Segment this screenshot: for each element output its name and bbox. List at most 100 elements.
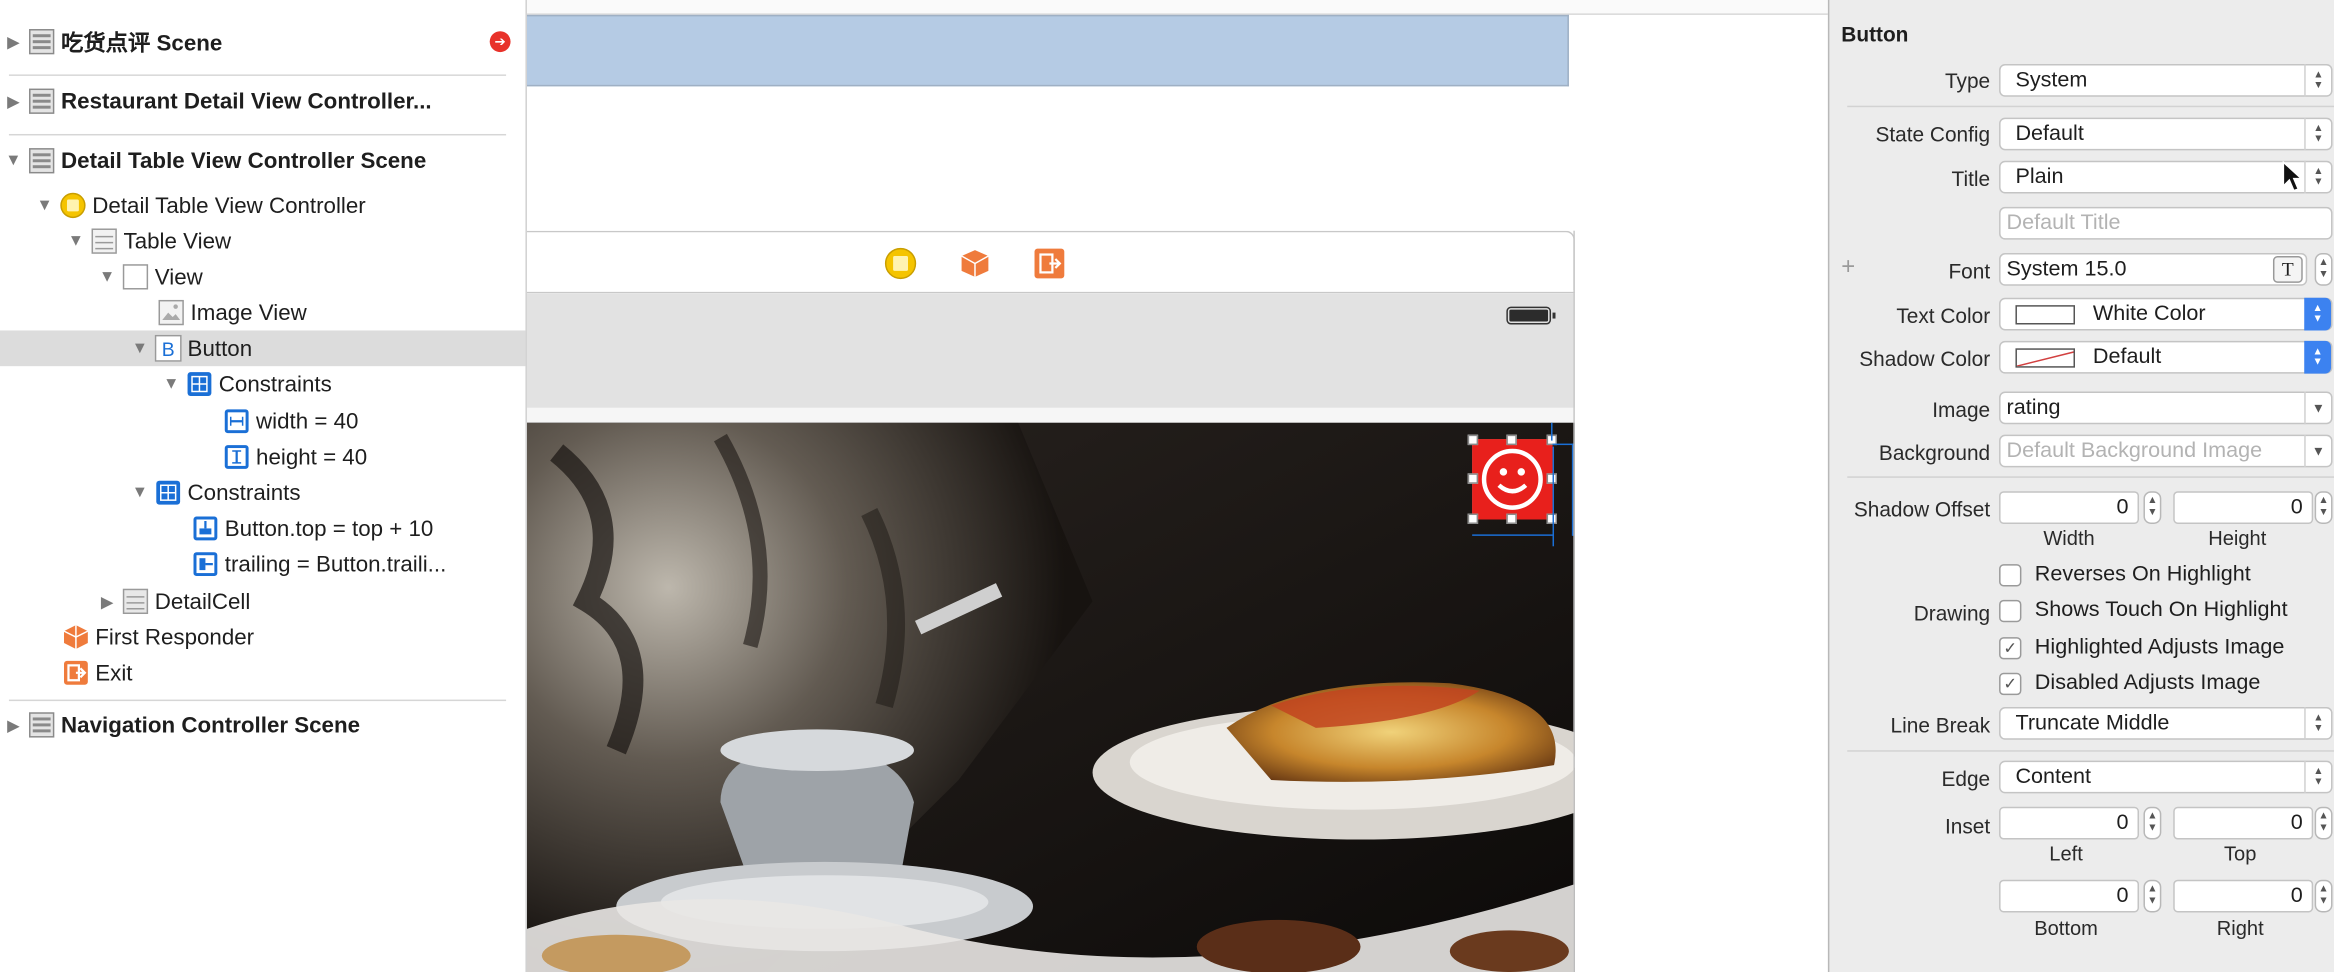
outline-scene-restaurant-detail[interactable]: ▶ Restaurant Detail View Controller... (0, 80, 525, 122)
outline-item-label: Button.top = top + 10 (224, 515, 434, 542)
checkmark-icon: ✓ (2003, 675, 2018, 694)
inset-bottom-field[interactable]: 0 (1999, 879, 2140, 913)
outline-item-label: Exit (95, 660, 133, 686)
outline-scene-main[interactable]: ▶ 吃货点评 Scene ➔ (0, 21, 525, 63)
outline-item-view-constraints[interactable]: ▼ Constraints (0, 475, 525, 511)
disclosure-right-icon[interactable]: ▶ (97, 591, 118, 612)
resize-handle[interactable] (1506, 513, 1517, 524)
highlighted-adjusts-image-checkbox[interactable]: ✓ (1999, 637, 2022, 660)
height-constraint-icon (223, 444, 250, 471)
popup-arrows-icon: ▲ ▼ (2304, 340, 2332, 374)
outline-item-image-view[interactable]: Image View (0, 295, 525, 331)
outline-item-label: First Responder (95, 624, 255, 650)
font-size-stepper[interactable]: ▲ ▼ (2314, 253, 2333, 286)
font-field[interactable]: System 15.0 T (1999, 253, 2308, 286)
disclosure-right-icon[interactable]: ▶ (3, 31, 24, 52)
popup-arrows-icon: ▲ ▼ (2304, 64, 2331, 97)
checkmark-icon: ✓ (2003, 640, 2018, 658)
storyboard-canvas[interactable] (525, 0, 1828, 972)
outline-scene-navigation[interactable]: ▶ Navigation Controller Scene (0, 704, 525, 746)
outline-item-height-constraint[interactable]: height = 40 (0, 439, 525, 475)
scene-right-edge (1573, 230, 1575, 972)
reverses-on-highlight-checkbox[interactable] (1999, 564, 2022, 587)
title-placeholder: Default Title (2006, 211, 2121, 236)
image-combo[interactable]: rating ▼ (1999, 391, 2333, 425)
shadow-offset-width-field[interactable]: 0 (1999, 491, 2140, 524)
rating-button[interactable] (1467, 434, 1557, 524)
line-break-popup[interactable]: Truncate Middle ▲ ▼ (1999, 707, 2333, 740)
text-color-popup[interactable]: White Color ▲ ▼ (1999, 297, 2333, 331)
inset-left-field[interactable]: 0 (1999, 806, 2140, 840)
view-controller-dock-icon[interactable] (884, 247, 917, 287)
outline-separator (8, 74, 507, 76)
chevron-down-icon: ▼ (2304, 434, 2331, 468)
exit-dock-icon[interactable] (1033, 247, 1066, 287)
constraint-guide-trailing (1552, 443, 1574, 536)
button-icon: B (154, 334, 182, 362)
button-icon-letter: B (161, 337, 175, 360)
disclosure-right-icon[interactable]: ▶ (3, 91, 24, 112)
restaurant-image-view[interactable] (526, 422, 1575, 972)
outline-item-first-responder[interactable]: First Responder (0, 619, 525, 655)
title-text-field[interactable]: Default Title (1999, 206, 2333, 240)
edge-popup[interactable]: Content ▲ ▼ (1999, 760, 2333, 794)
disclosure-down-icon[interactable]: ▼ (97, 266, 118, 287)
top-constraint-icon (192, 515, 219, 542)
inset-top-stepper[interactable]: ▲ ▼ (2314, 806, 2333, 840)
constraint-guide-top (1551, 422, 1553, 441)
outline-item-label: Constraints (187, 480, 301, 506)
battery-icon (1506, 306, 1556, 325)
shadow-color-popup[interactable]: Default ▲ ▼ (1999, 340, 2333, 374)
background-label: Background (1878, 440, 1991, 465)
background-combo[interactable]: Default Background Image ▼ (1999, 434, 2333, 468)
scene-preview-blue[interactable] (526, 14, 1569, 87)
shadow-offset-height-stepper[interactable]: ▲ ▼ (2314, 491, 2333, 524)
state-config-popup[interactable]: Default ▲ ▼ (1999, 117, 2333, 151)
inset-top-field[interactable]: 0 (2173, 806, 2314, 840)
disclosure-down-icon[interactable]: ▼ (130, 338, 151, 359)
disclosure-down-icon[interactable]: ▼ (34, 195, 55, 216)
outline-item-trailing-constraint[interactable]: trailing = Button.traili... (0, 546, 525, 582)
disabled-adjusts-image-checkbox[interactable]: ✓ (1999, 672, 2022, 696)
shadow-offset-width-stepper[interactable]: ▲ ▼ (2143, 491, 2162, 524)
type-popup[interactable]: System ▲ ▼ (1999, 64, 2333, 97)
error-arrow-icon[interactable]: ➔ (489, 31, 511, 53)
outline-separator (8, 699, 507, 702)
shows-touch-on-highlight-checkbox[interactable] (1999, 599, 2022, 623)
outline-item-width-constraint[interactable]: width = 40 (0, 403, 525, 439)
outline-item-button-constraints[interactable]: ▼ Constraints (0, 366, 525, 402)
right-caption: Right (2216, 916, 2264, 940)
add-font-variation-button[interactable]: + (1841, 255, 1855, 282)
resize-handle[interactable] (1467, 513, 1479, 524)
inset-bottom-stepper[interactable]: ▲ ▼ (2143, 879, 2162, 913)
outline-item-top-constraint[interactable]: Button.top = top + 10 (0, 511, 525, 547)
first-responder-dock-icon[interactable] (959, 247, 992, 287)
inset-right-stepper[interactable]: ▲ ▼ (2314, 879, 2333, 913)
navigation-bar[interactable] (526, 293, 1575, 408)
disclosure-down-icon[interactable]: ▼ (65, 231, 86, 252)
outline-item-exit[interactable]: Exit (0, 655, 525, 691)
shadow-offset-height-field[interactable]: 0 (2173, 491, 2314, 524)
top-caption: Top (2224, 842, 2257, 865)
outline-item-table-view[interactable]: ▼ Table View (0, 223, 525, 259)
default-color-swatch (2015, 347, 2075, 367)
font-picker-icon[interactable]: T (2272, 256, 2303, 283)
resize-handle[interactable] (1467, 434, 1479, 446)
outline-item-view[interactable]: ▼ View (0, 259, 525, 295)
disclosure-down-icon[interactable]: ▼ (161, 374, 182, 395)
inset-left-stepper[interactable]: ▲ ▼ (2143, 806, 2162, 840)
outline-scene-detail-table[interactable]: ▼ Detail Table View Controller Scene (0, 140, 525, 182)
constraints-icon (186, 371, 213, 398)
edge-label: Edge (1941, 766, 1991, 791)
disclosure-down-icon[interactable]: ▼ (130, 482, 151, 503)
scene-dock (526, 230, 1575, 294)
resize-handle[interactable] (1506, 434, 1517, 446)
resize-handle[interactable] (1467, 473, 1479, 484)
outline-item-detail-vc[interactable]: ▼ Detail Table View Controller (0, 188, 525, 224)
disclosure-down-icon[interactable]: ▼ (3, 150, 24, 171)
outline-item-detail-cell[interactable]: ▶ DetailCell (0, 583, 525, 619)
image-value: rating (2006, 395, 2061, 420)
inset-right-field[interactable]: 0 (2173, 879, 2314, 913)
disclosure-right-icon[interactable]: ▶ (3, 714, 24, 735)
outline-item-button[interactable]: ▼ B Button (0, 330, 526, 367)
